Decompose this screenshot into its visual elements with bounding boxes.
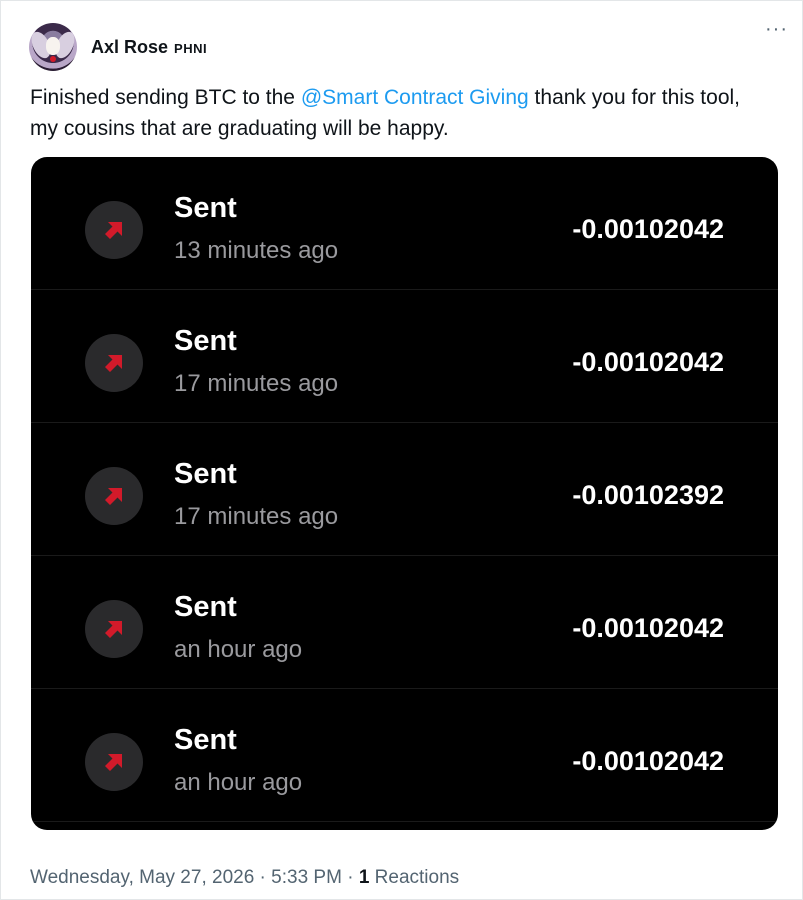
- post-text-start: Finished sending BTC to the: [30, 86, 301, 109]
- transaction-title: Sent: [174, 724, 237, 756]
- post-text: Finished sending BTC to the @Smart Contr…: [30, 82, 770, 144]
- transactions-image[interactable]: Sent 13 minutes ago -0.00102042 Sent 17 …: [31, 157, 778, 830]
- author-name[interactable]: Axl Rose: [91, 37, 168, 58]
- transaction-amount: -0.00102392: [572, 480, 724, 510]
- transaction-amount: -0.00102042: [572, 347, 724, 377]
- reactions-count[interactable]: 1: [359, 867, 370, 888]
- arrow-up-right-icon: [85, 467, 143, 525]
- transaction-row: Sent an hour ago -0.00102042: [31, 556, 778, 689]
- transaction-time: 13 minutes ago: [174, 237, 339, 264]
- post-card: Axl Rose PHNI ··· Finished sending BTC t…: [0, 0, 803, 900]
- transaction-title: Sent: [174, 325, 237, 357]
- arrow-up-right-icon: [85, 201, 143, 259]
- transaction-amount: -0.00102042: [572, 613, 724, 643]
- reactions-label[interactable]: Reactions: [369, 867, 460, 888]
- author-handle[interactable]: PHNI: [174, 41, 207, 56]
- arrow-up-right-icon: [85, 600, 143, 658]
- arrow-up-right-icon: [85, 733, 143, 791]
- transaction-amount: -0.00102042: [572, 214, 724, 244]
- mention-link[interactable]: @Smart Contract Giving: [301, 86, 529, 109]
- transaction-time: an hour ago: [174, 636, 303, 663]
- transaction-time: 17 minutes ago: [174, 503, 339, 530]
- transaction-row: Sent 17 minutes ago -0.00102042: [31, 290, 778, 423]
- transaction-title: Sent: [174, 192, 237, 224]
- avatar[interactable]: [29, 23, 77, 71]
- avatar-art: [50, 56, 56, 62]
- post-header: Axl Rose PHNI: [29, 23, 207, 71]
- transaction-time: 17 minutes ago: [174, 370, 339, 397]
- transaction-title: Sent: [174, 591, 237, 623]
- transaction-row: Sent 13 minutes ago -0.00102042: [31, 157, 778, 290]
- post-timestamp[interactable]: Wednesday, May 27, 2026 · 5:33 PM ·: [30, 867, 359, 888]
- transaction-amount: -0.00102042: [572, 746, 724, 776]
- transaction-row: Sent an hour ago -0.00102042: [31, 689, 778, 822]
- post-footer: Wednesday, May 27, 2026 · 5:33 PM · 1 Re…: [30, 867, 459, 889]
- transaction-title: Sent: [174, 458, 237, 490]
- more-options-icon[interactable]: ···: [765, 19, 788, 39]
- transaction-time: an hour ago: [174, 769, 303, 796]
- author-info: Axl Rose PHNI: [91, 37, 207, 58]
- transaction-row: Sent 17 minutes ago -0.00102392: [31, 423, 778, 556]
- avatar-art: [46, 37, 60, 55]
- arrow-up-right-icon: [85, 334, 143, 392]
